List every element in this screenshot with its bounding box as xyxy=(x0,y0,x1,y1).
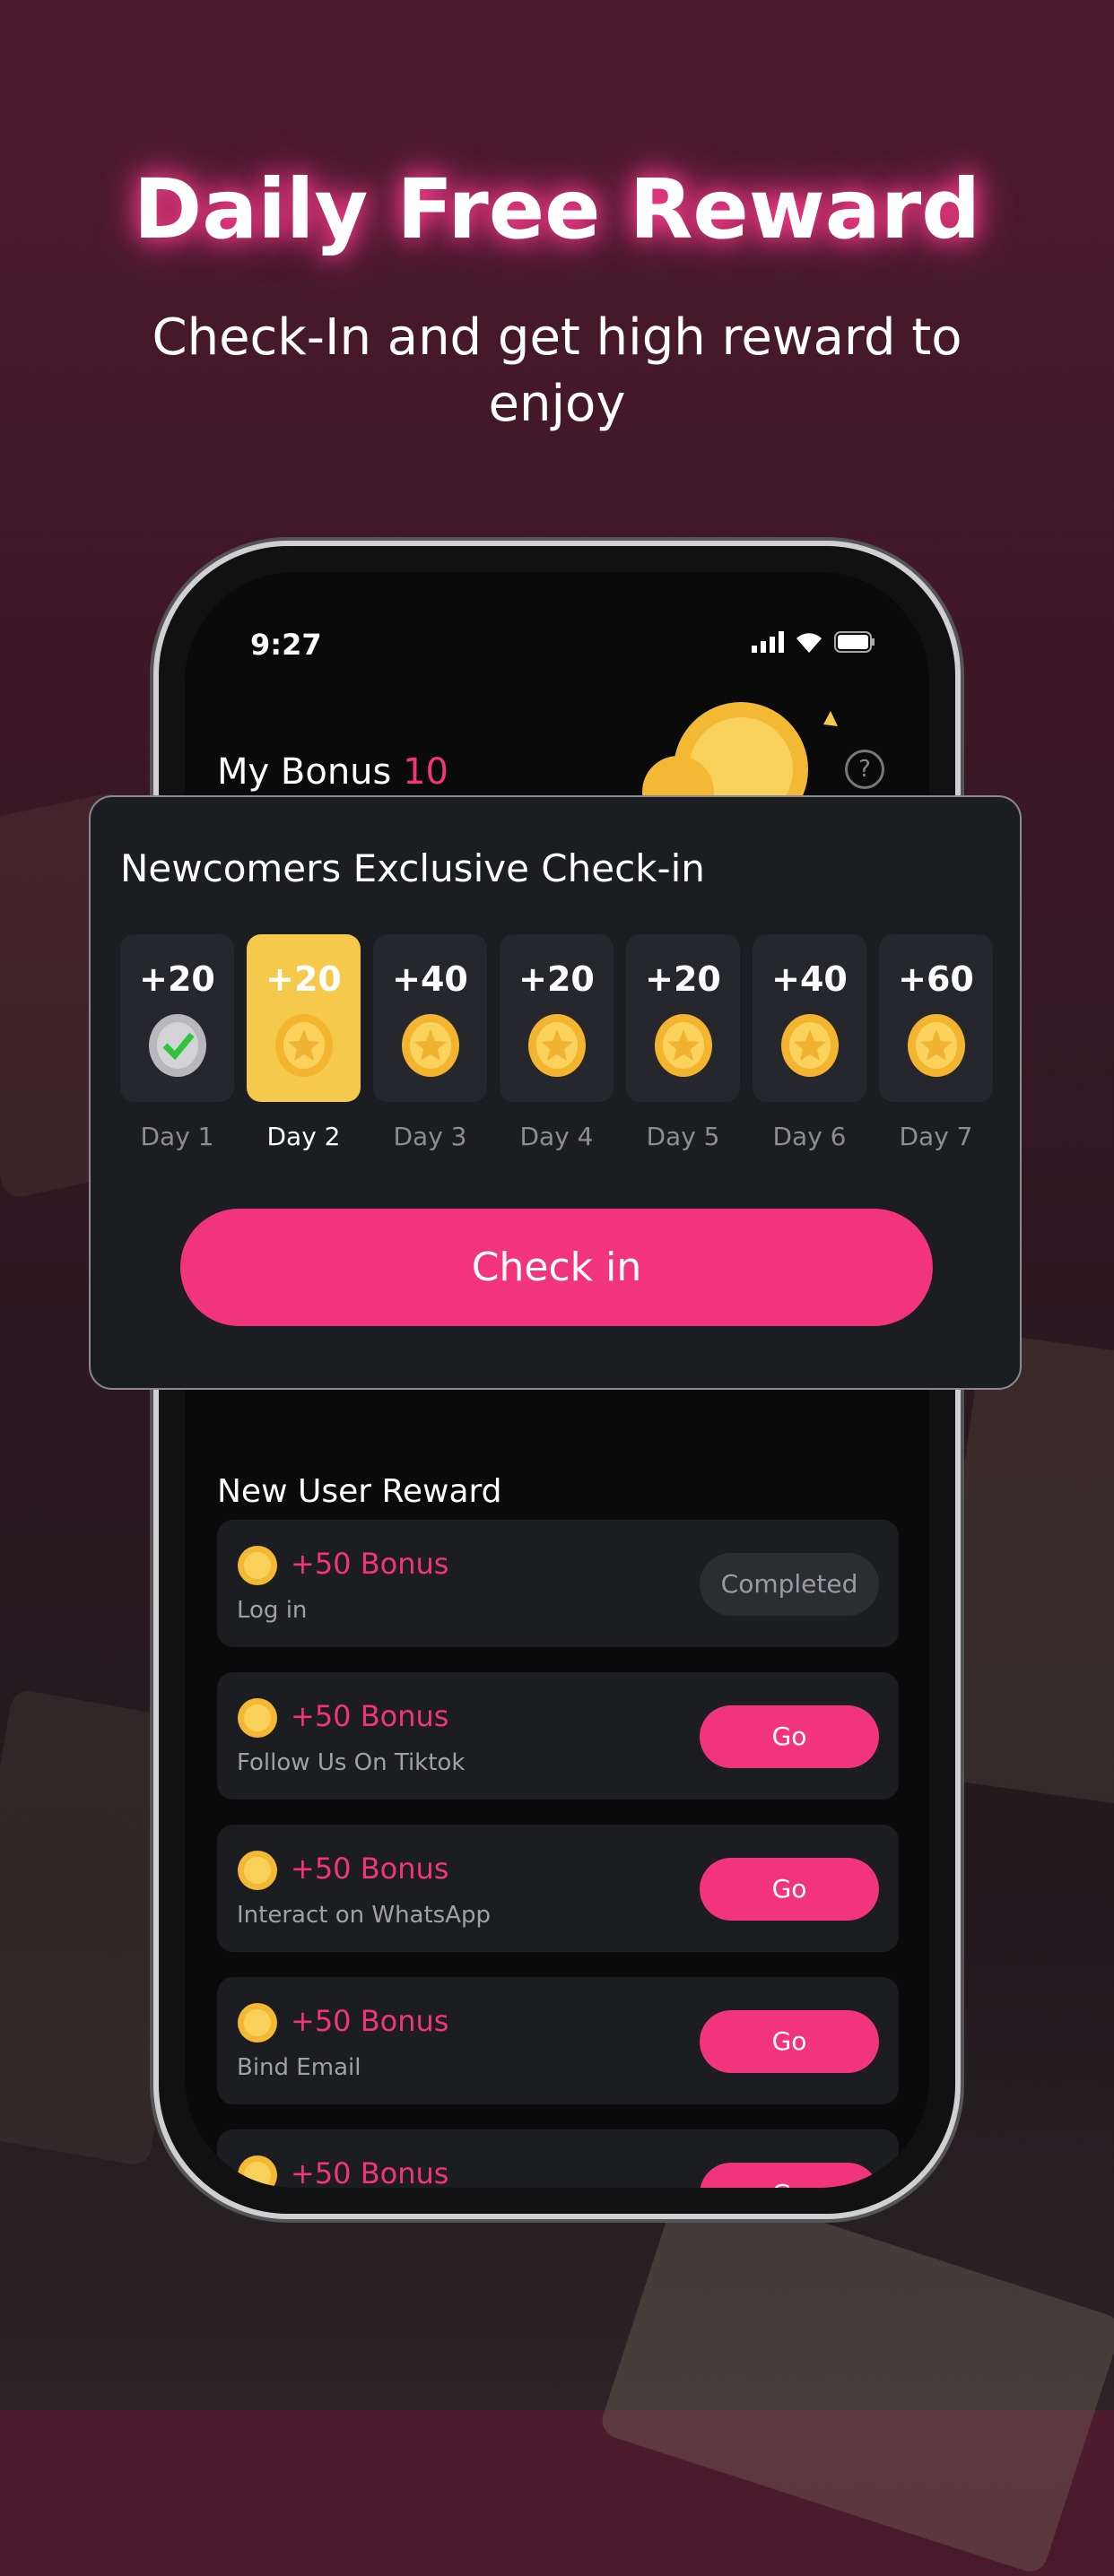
battery-icon xyxy=(834,631,875,653)
reward-task: Interact on WhatsApp xyxy=(237,1902,492,1929)
go-button[interactable]: Go xyxy=(700,2010,879,2073)
day-amount: +20 xyxy=(139,959,215,999)
day-tile-1[interactable]: +20 Day 1 xyxy=(120,934,234,1151)
day-amount: +20 xyxy=(645,959,721,999)
day-amount: +60 xyxy=(898,959,974,999)
reward-task: Bind Email xyxy=(237,2054,361,2081)
signal-icon xyxy=(752,631,784,653)
hero-title: Daily Free Reward xyxy=(133,161,981,257)
day-label: Day 6 xyxy=(772,1122,847,1151)
go-button[interactable]: Go xyxy=(700,2163,879,2188)
day-label: Day 4 xyxy=(519,1122,594,1151)
coin-icon xyxy=(238,1546,277,1585)
day-label: Day 5 xyxy=(646,1122,720,1151)
day-tile-box: +20 xyxy=(500,934,614,1102)
day-tile-box: +60 xyxy=(879,934,993,1102)
checked-coin-icon xyxy=(148,1014,206,1077)
check-in-button[interactable]: Check in xyxy=(180,1209,933,1326)
reward-row: +50 Bonus Follow Us On Tiktok Go xyxy=(217,1672,899,1800)
reward-row: +50 Bonus Log in Completed xyxy=(217,1520,899,1647)
day-tile-box: +20 xyxy=(626,934,740,1102)
wifi-icon xyxy=(796,633,822,653)
bonus-value: 10 xyxy=(403,751,448,793)
checkin-title: Newcomers Exclusive Check-in xyxy=(120,846,705,890)
help-icon[interactable]: ? xyxy=(845,750,884,789)
checkin-days: +20 Day 1 +20 Day 2 +40 Day 3 +20 Day 4 +20 Day 5… xyxy=(120,934,993,1151)
coin-icon xyxy=(401,1014,459,1077)
day-tile-4[interactable]: +20 Day 4 xyxy=(500,934,614,1151)
day-tile-box: +40 xyxy=(373,934,487,1102)
bonus-label: My Bonus xyxy=(217,751,392,793)
status-icons xyxy=(752,631,875,653)
day-amount: +20 xyxy=(265,959,342,999)
reward-row: +50 Bonus Go xyxy=(217,2129,899,2188)
my-bonus: My Bonus 10 xyxy=(217,751,448,793)
reward-row: +50 Bonus Bind Email Go xyxy=(217,1977,899,2104)
day-tile-2[interactable]: +20 Day 2 xyxy=(247,934,361,1151)
day-amount: +40 xyxy=(392,959,468,999)
coin-icon xyxy=(274,1014,333,1077)
day-label: Day 7 xyxy=(899,1122,973,1151)
go-button[interactable]: Go xyxy=(700,1705,879,1768)
day-amount: +40 xyxy=(771,959,848,999)
reward-task: Follow Us On Tiktok xyxy=(237,1749,466,1776)
new-user-reward-title: New User Reward xyxy=(217,1473,502,1510)
reward-bonus: +50 Bonus xyxy=(291,2156,449,2188)
coin-icon xyxy=(238,1698,277,1738)
day-tile-5[interactable]: +20 Day 5 xyxy=(626,934,740,1151)
day-tile-6[interactable]: +40 Day 6 xyxy=(753,934,866,1151)
day-tile-box: +40 xyxy=(753,934,866,1102)
coin-icon xyxy=(780,1014,839,1077)
day-label: Day 2 xyxy=(266,1122,341,1151)
completed-badge: Completed xyxy=(700,1553,879,1616)
day-tile-3[interactable]: +40 Day 3 xyxy=(373,934,487,1151)
coin-icon xyxy=(238,1851,277,1890)
day-amount: +20 xyxy=(518,959,595,999)
go-button[interactable]: Go xyxy=(700,1858,879,1921)
day-tile-box: +20 xyxy=(120,934,234,1102)
coin-icon xyxy=(238,2155,277,2188)
day-label: Day 1 xyxy=(140,1122,214,1151)
reward-bonus: +50 Bonus xyxy=(291,1547,449,1581)
background-poster xyxy=(597,2175,1114,2576)
reward-bonus: +50 Bonus xyxy=(291,1852,449,1886)
reward-bonus: +50 Bonus xyxy=(291,2004,449,2038)
day-tile-box: +20 xyxy=(247,934,361,1102)
coin-icon xyxy=(907,1014,965,1077)
hero-subtitle: Check-In and get high reward to enjoy xyxy=(152,308,962,433)
day-label: Day 3 xyxy=(393,1122,467,1151)
reward-row: +50 Bonus Interact on WhatsApp Go xyxy=(217,1825,899,1952)
day-tile-7[interactable]: +60 Day 7 xyxy=(879,934,993,1151)
status-time: 9:27 xyxy=(250,628,322,662)
coin-icon xyxy=(238,2003,277,2043)
reward-bonus: +50 Bonus xyxy=(291,1699,449,1733)
reward-task: Log in xyxy=(237,1597,308,1624)
coin-icon xyxy=(527,1014,586,1077)
checkin-card: Newcomers Exclusive Check-in +20 Day 1 +20… xyxy=(89,795,1022,1390)
coin-icon xyxy=(654,1014,712,1077)
